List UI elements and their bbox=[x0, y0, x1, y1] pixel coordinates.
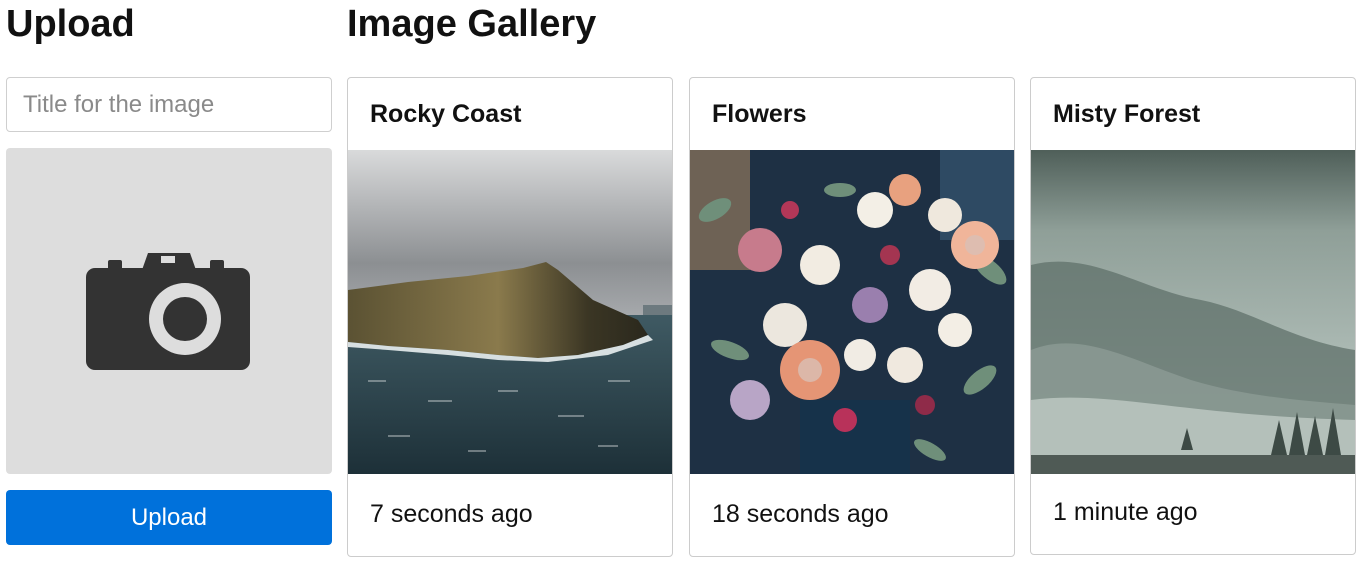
card-title: Flowers bbox=[712, 100, 807, 128]
card-timestamp: 7 seconds ago bbox=[370, 500, 533, 528]
image-title-input[interactable] bbox=[6, 77, 332, 132]
rocky-coast-photo[interactable] bbox=[348, 150, 672, 474]
image-dropzone[interactable] bbox=[6, 148, 332, 474]
upload-heading: Upload bbox=[6, 3, 135, 45]
card-title: Rocky Coast bbox=[370, 100, 522, 128]
gallery-card[interactable]: Misty Forest 1 minute ago bbox=[1030, 77, 1356, 555]
card-timestamp: 18 seconds ago bbox=[712, 500, 889, 528]
gallery-card[interactable]: Flowers 18 seconds ago bbox=[689, 77, 1015, 557]
flower-bouquet-photo[interactable] bbox=[690, 150, 1014, 474]
card-title: Misty Forest bbox=[1053, 100, 1201, 128]
camera-icon bbox=[86, 253, 250, 370]
upload-button[interactable]: Upload bbox=[6, 490, 332, 545]
card-timestamp: 1 minute ago bbox=[1053, 498, 1198, 526]
gallery-heading: Image Gallery bbox=[347, 3, 597, 45]
misty-forest-photo[interactable] bbox=[1031, 150, 1355, 474]
gallery-card[interactable]: Rocky Coast 7 seconds ago bbox=[347, 77, 673, 557]
page: Upload Upload Image Gallery Rocky Coast bbox=[0, 0, 1367, 564]
